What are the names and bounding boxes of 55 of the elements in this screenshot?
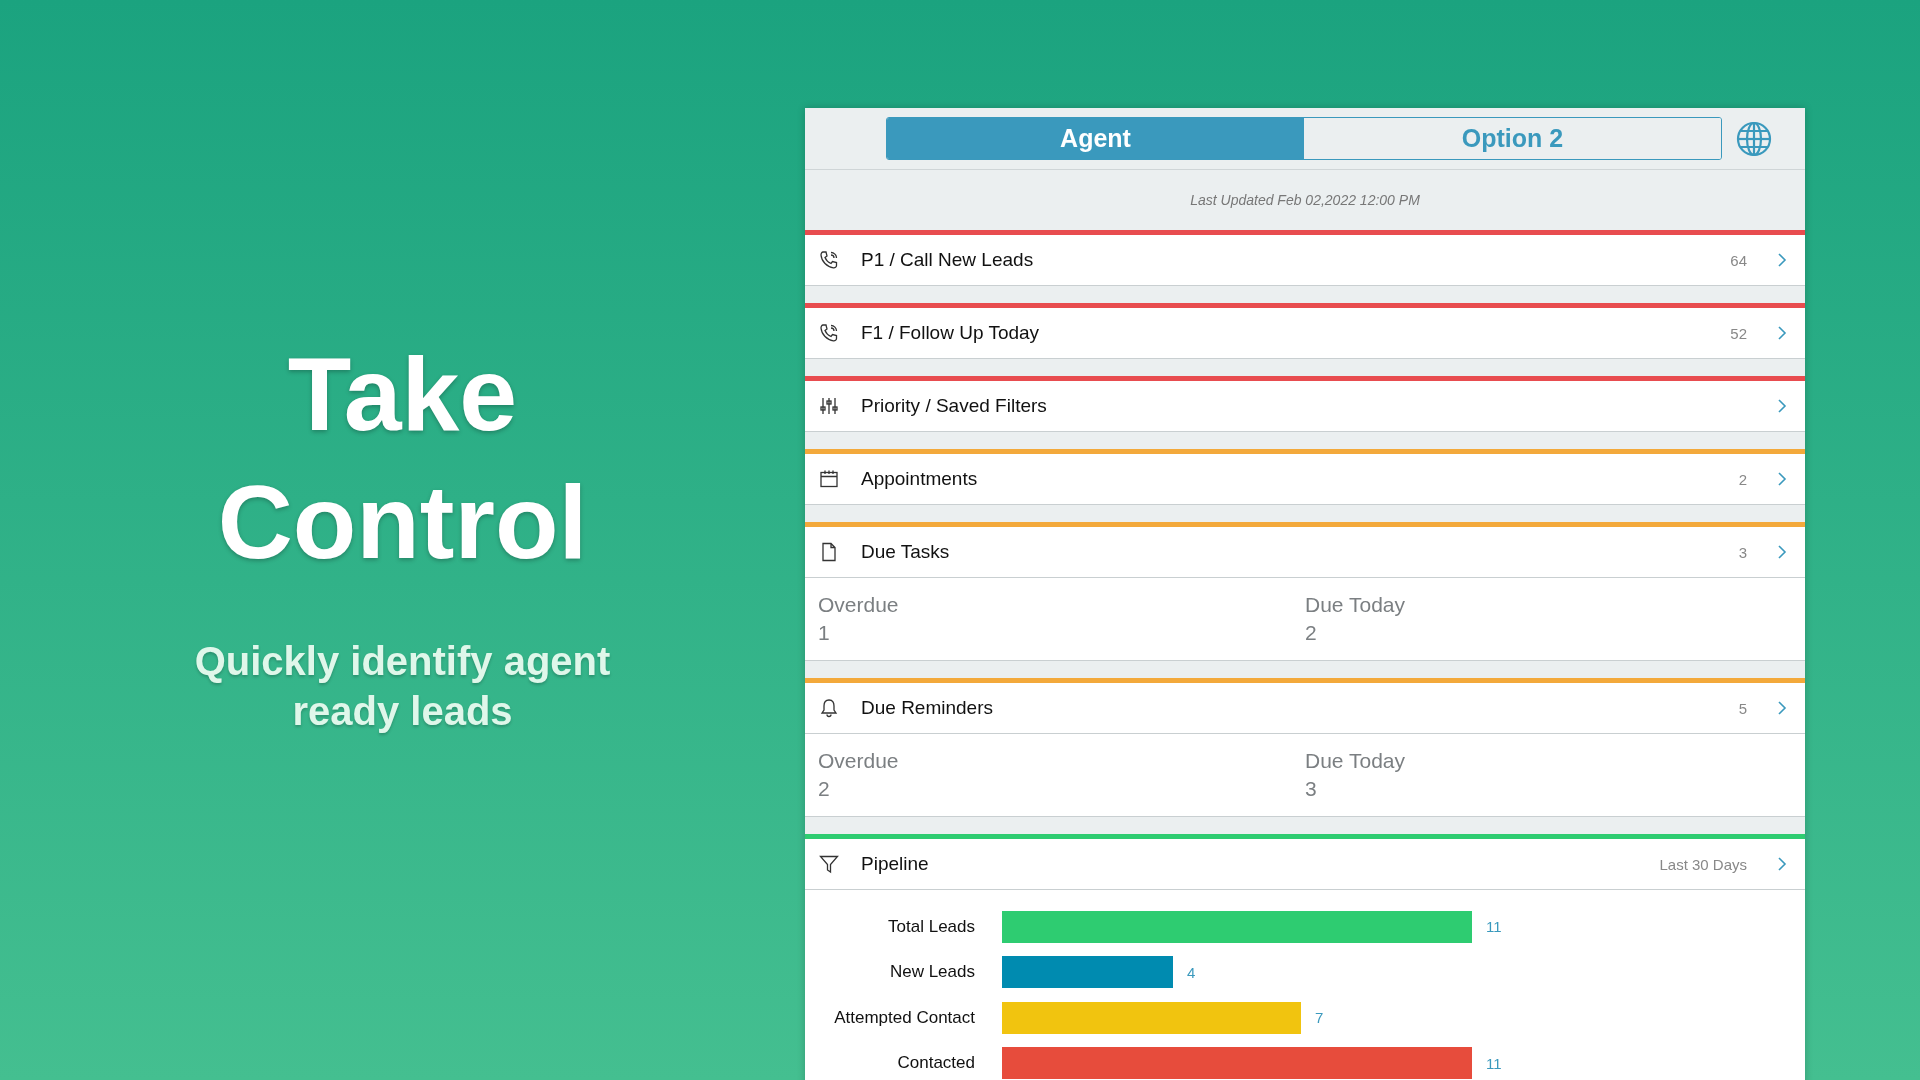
headline: Control [217,463,588,582]
stat-value: 1 [818,620,831,646]
chevron-right-icon[interactable] [1777,325,1787,341]
bar-label: Attempted Contact [833,1007,975,1028]
calendar-icon [819,469,839,489]
section-title: Due Tasks [861,541,951,563]
section-row[interactable]: F1 / Follow Up Today 52 [805,308,1805,358]
subtitle: Quickly identify agent ready leads [193,638,612,735]
section-title: Pipeline [861,853,930,875]
bar-value: 7 [1315,1009,1324,1027]
section-title: P1 / Call New Leads [861,249,1035,271]
stat-label: Overdue [818,748,900,774]
chevron-right-icon[interactable] [1777,252,1787,268]
count-text: 52 [1730,324,1747,342]
count-text: 3 [1738,543,1747,561]
bell-icon [819,698,839,718]
count-text: 64 [1730,251,1747,269]
stat-value: 2 [818,776,831,802]
bar-label: New Leads [888,962,975,983]
section-row[interactable]: Appointments 2 [805,454,1805,504]
section-row[interactable]: Pipeline Last 30 Days [805,839,1805,889]
document-icon [819,542,839,562]
chevron-right-icon[interactable] [1777,856,1787,872]
section-row[interactable]: P1 / Call New Leads 64 [805,235,1805,285]
phone-icon [819,323,839,343]
chevron-right-icon[interactable] [1777,398,1787,414]
stat-label: Due Today [1305,748,1407,774]
globe-icon[interactable] [1736,120,1772,157]
chevron-right-icon[interactable] [1777,471,1787,487]
section-title: F1 / Follow Up Today [861,322,1041,344]
stat-value: 2 [1305,620,1318,646]
funnel-icon [819,854,839,874]
count-text: 2 [1738,470,1747,488]
chevron-right-icon[interactable] [1777,544,1787,560]
bar-value: 4 [1186,963,1196,981]
section-row[interactable]: Due Tasks 3 [805,527,1805,577]
bar-value: 11 [1486,1054,1502,1072]
period-text: Last 30 Days [1659,855,1747,873]
last-updated-text: Last Updated Feb 02,2022 12:00 PM [1189,191,1421,210]
section-title: Due Reminders [861,697,994,719]
phone-icon [819,250,839,270]
count-text: 5 [1738,699,1747,717]
bar-label: Total Leads [887,916,975,937]
chevron-right-icon[interactable] [1777,700,1787,716]
stat-label: Due Today [1305,592,1407,618]
section-row[interactable]: Due Reminders 5 [805,683,1805,733]
bar-label: Contacted [896,1053,975,1074]
headline: Take [287,335,518,454]
stat-label: Overdue [818,592,900,618]
bar-value: 11 [1486,918,1502,936]
stat-value: 3 [1305,776,1318,802]
section-title: Appointments [861,468,979,490]
sliders-icon [819,396,839,416]
section-title: Priority / Saved Filters [861,395,1048,417]
section-row[interactable]: Priority / Saved Filters [805,381,1805,431]
